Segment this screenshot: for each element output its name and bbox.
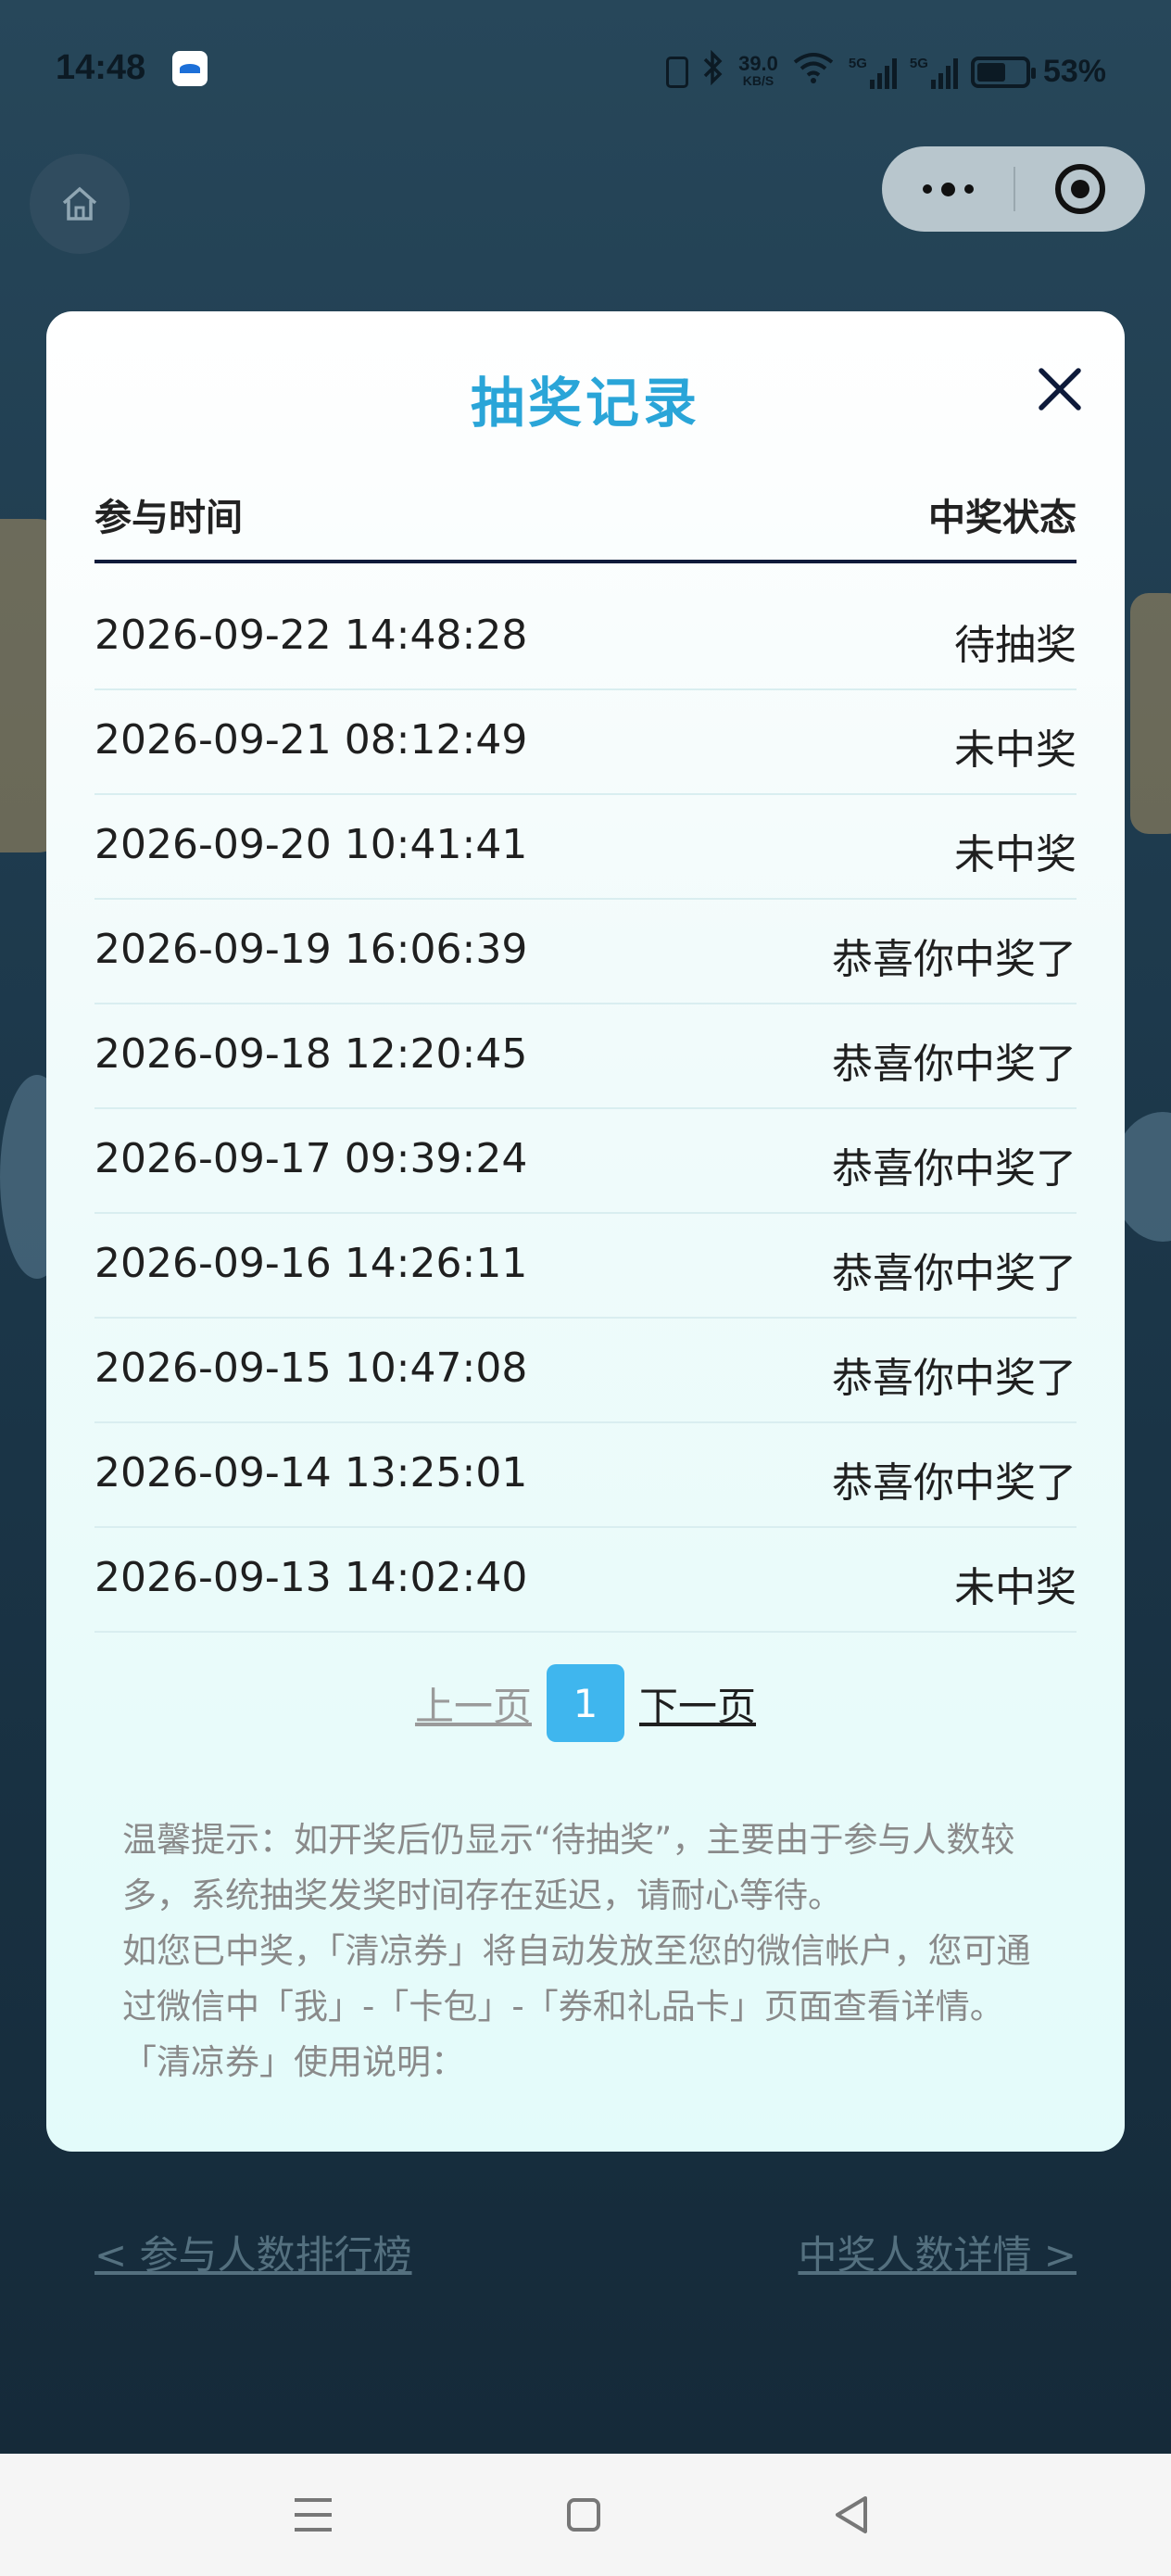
recent-apps-button[interactable] <box>285 2489 341 2541</box>
record-status: 未中奖 <box>954 831 1077 878</box>
table-row: 2026-09-15 10:47:08 恭喜你中奖了 <box>94 1319 1077 1423</box>
table-row: 2026-09-19 16:06:39 恭喜你中奖了 <box>94 900 1077 1004</box>
cellular-signal-icon: 5G <box>910 56 958 89</box>
network-speed-value: 39.0 <box>738 51 778 75</box>
page-number-current[interactable]: 1 <box>547 1664 624 1742</box>
table-row: 2026-09-18 12:20:45 恭喜你中奖了 <box>94 1004 1077 1109</box>
record-time: 2026-09-18 12:20:45 <box>94 1030 528 1078</box>
record-status: 恭喜你中奖了 <box>832 1041 1077 1088</box>
close-icon <box>1039 368 1081 410</box>
record-status: 恭喜你中奖了 <box>832 1355 1077 1402</box>
battery-percent: 53% <box>1042 54 1106 89</box>
lottery-records-modal: 抽奖记录 参与时间 中奖状态 2026-09-22 14:48:28 待抽奖 2… <box>46 311 1125 2152</box>
tip-paragraph: 如您已中奖，「清凉券」将自动发放至您的微信帐户，您可通过微信中「我」-「卡包」-… <box>122 1931 1031 2027</box>
wifi-icon <box>791 51 836 93</box>
modal-title: 抽奖记录 <box>470 372 700 435</box>
more-button[interactable] <box>882 146 1014 232</box>
records-table: 2026-09-22 14:48:28 待抽奖 2026-09-21 08:12… <box>94 586 1077 1633</box>
record-time: 2026-09-13 14:02:40 <box>94 1554 528 1601</box>
cellular-signal-icon: 5G <box>849 56 897 89</box>
bluetooth-icon <box>701 49 725 94</box>
menu-icon <box>295 2498 332 2532</box>
close-miniprogram-button[interactable] <box>1015 146 1145 232</box>
status-bar: 14:48 39.0 KB/S 5G 5G 53% <box>0 0 1171 139</box>
record-status: 恭喜你中奖了 <box>832 1459 1077 1507</box>
record-status: 恭喜你中奖了 <box>832 1145 1077 1193</box>
record-time: 2026-09-14 13:25:01 <box>94 1449 528 1496</box>
back-triangle-icon <box>836 2496 867 2533</box>
home-button[interactable] <box>30 154 130 254</box>
more-dots-icon <box>940 182 955 196</box>
prev-page-link[interactable]: 上一页 <box>415 1675 532 1732</box>
table-row: 2026-09-16 14:26:11 恭喜你中奖了 <box>94 1214 1077 1319</box>
more-dots-icon <box>922 184 932 194</box>
battery-icon <box>970 56 1036 88</box>
table-row: 2026-09-13 14:02:40 未中奖 <box>94 1528 1077 1633</box>
winners-detail-link[interactable]: 中奖人数详情 > <box>798 2224 1077 2280</box>
record-time: 2026-09-17 09:39:24 <box>94 1135 528 1182</box>
system-navigation-bar <box>0 2454 1171 2576</box>
pagination: 上一页 1 下一页 <box>46 1664 1125 1742</box>
cellular-label: 5G <box>909 55 928 71</box>
records-table-header: 参与时间 中奖状态 <box>94 487 1077 563</box>
table-row: 2026-09-14 13:25:01 恭喜你中奖了 <box>94 1423 1077 1528</box>
record-status: 待抽奖 <box>954 622 1077 669</box>
record-time: 2026-09-22 14:48:28 <box>94 612 528 659</box>
table-row: 2026-09-21 08:12:49 未中奖 <box>94 690 1077 795</box>
cellular-label: 5G <box>848 55 867 71</box>
network-speed-unit: KB/S <box>742 72 774 88</box>
status-icons: 39.0 KB/S 5G 5G 53% <box>666 49 1106 94</box>
record-time: 2026-09-19 16:06:39 <box>94 926 528 973</box>
vibrate-icon <box>666 56 689 88</box>
record-time: 2026-09-21 08:12:49 <box>94 716 528 764</box>
tip-paragraph: 温馨提示：如开奖后仍显示“待抽奖”，主要由于参与人数较多，系统抽奖发奖时间存在延… <box>122 1820 1015 1915</box>
more-dots-icon <box>963 184 974 194</box>
network-speed: 39.0 KB/S <box>738 51 778 89</box>
table-row: 2026-09-20 10:41:41 未中奖 <box>94 795 1077 900</box>
record-time: 2026-09-15 10:47:08 <box>94 1345 528 1392</box>
column-header-time: 参与时间 <box>94 497 243 539</box>
miniprogram-capsule <box>882 146 1145 232</box>
table-row: 2026-09-22 14:48:28 待抽奖 <box>94 586 1077 690</box>
leaderboard-link[interactable]: < 参与人数排行榜 <box>94 2224 412 2280</box>
system-back-button[interactable] <box>825 2489 880 2541</box>
record-status: 未中奖 <box>954 1564 1077 1611</box>
next-page-link[interactable]: 下一页 <box>639 1675 756 1732</box>
status-time: 14:48 <box>56 48 146 87</box>
tip-paragraph: 「清凉券」使用说明： <box>122 2042 465 2082</box>
record-status: 恭喜你中奖了 <box>832 1250 1077 1297</box>
background-illustration <box>1130 593 1171 834</box>
app-notification-icon <box>172 51 208 86</box>
table-row: 2026-09-17 09:39:24 恭喜你中奖了 <box>94 1109 1077 1214</box>
target-icon <box>1055 164 1105 214</box>
column-header-status: 中奖状态 <box>928 497 1077 539</box>
record-time: 2026-09-20 10:41:41 <box>94 821 528 868</box>
record-status: 未中奖 <box>954 726 1077 774</box>
square-icon <box>567 2498 600 2532</box>
tips-text: 温馨提示：如开奖后仍显示“待抽奖”，主要由于参与人数较多，系统抽奖发奖时间存在延… <box>122 1812 1049 2090</box>
system-home-button[interactable] <box>556 2489 611 2541</box>
home-icon <box>62 186 97 221</box>
close-button[interactable] <box>1026 356 1093 423</box>
record-time: 2026-09-16 14:26:11 <box>94 1240 528 1287</box>
record-status: 恭喜你中奖了 <box>832 936 1077 983</box>
